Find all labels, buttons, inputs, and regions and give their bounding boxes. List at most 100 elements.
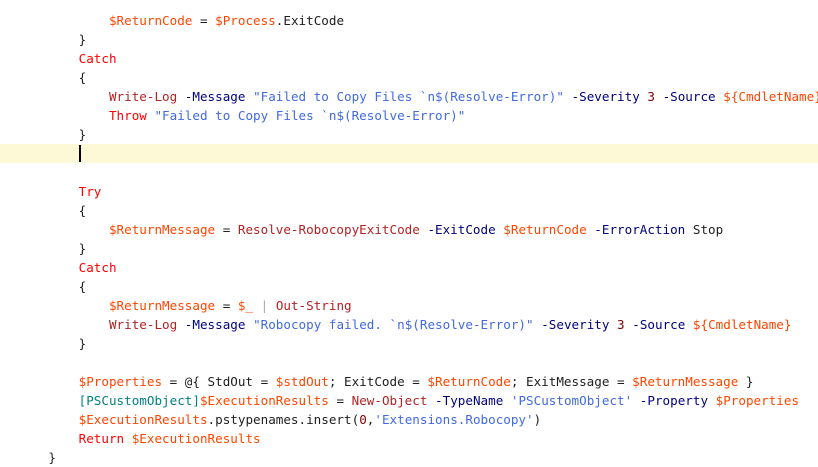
- variable-token: $ReturnCode: [427, 374, 511, 389]
- brace-token: }: [78, 32, 87, 47]
- member-token: ExitCode: [283, 13, 345, 28]
- code-line[interactable]: Throw "Failed to Copy Files `n$(Resolve-…: [0, 106, 818, 125]
- code-line[interactable]: $Properties = @{ StdOut = $stdOut; ExitC…: [0, 372, 818, 391]
- line-content: Catch: [79, 49, 117, 68]
- command-token: Out-String: [275, 298, 352, 313]
- line-content: }: [79, 239, 87, 258]
- line-content: }: [79, 334, 87, 353]
- code-text: ; ExitCode =: [328, 374, 428, 389]
- code-line[interactable]: Return $ExecutionResults: [0, 429, 818, 448]
- code-line[interactable]: Catch: [0, 258, 818, 277]
- code-line[interactable]: $ReturnCode = $Process.ExitCode: [0, 11, 818, 30]
- variable-token: $ReturnMessage: [108, 298, 216, 313]
- type-token: [PSCustomObject]: [78, 393, 200, 408]
- line-content: [PSCustomObject]$ExecutionResults = New-…: [79, 391, 799, 410]
- string-token: "Robocopy failed. `n$(Resolve-Error)": [253, 317, 534, 332]
- line-content: }: [79, 125, 87, 144]
- code-text: =: [192, 13, 216, 28]
- code-line[interactable]: $ExecutionResults.pstypenames.insert(0,'…: [0, 410, 818, 429]
- variable-token: $ReturnMessage: [108, 222, 216, 237]
- string-token: 'Extensions.Robocopy': [374, 412, 534, 427]
- variable-token: $stdOut: [275, 374, 329, 389]
- code-editor[interactable]: $ReturnCode = $Process.ExitCode} Catch {Wr…: [0, 0, 818, 465]
- code-line[interactable]: }: [0, 125, 818, 144]
- parameter-token: -Message: [184, 317, 246, 332]
- number-token: 3: [647, 89, 655, 104]
- line-content: $Properties = @{ StdOut = $stdOut; ExitC…: [79, 372, 754, 391]
- string-token: "Failed to Copy Files `n$(Resolve-Error)…: [154, 108, 466, 123]
- code-text: ): [533, 412, 542, 427]
- command-token: Write-Log: [108, 89, 178, 104]
- code-text: ; ExitMessage =: [510, 374, 633, 389]
- parameter-token: -ExitCode: [427, 222, 496, 237]
- line-content: Write-Log -Message "Failed to Copy Files…: [109, 87, 818, 106]
- keyword-token: Try: [78, 184, 102, 199]
- variable-token: $ReturnMessage: [632, 374, 739, 389]
- variable-token: $_: [237, 298, 254, 313]
- code-text: =: [328, 393, 352, 408]
- line-content: $ExecutionResults.pstypenames.insert(0,'…: [79, 410, 542, 429]
- variable-token: $Process: [215, 13, 276, 28]
- command-token: Resolve-RobocopyExitCode: [237, 222, 420, 237]
- code-text: =: [215, 298, 238, 313]
- line-content: {: [79, 68, 87, 87]
- variable-token: $Properties: [715, 393, 800, 408]
- parameter-token: -TypeName: [435, 393, 504, 408]
- code-line[interactable]: }: [0, 334, 818, 353]
- code-line[interactable]: [PSCustomObject]$ExecutionResults = New-…: [0, 391, 818, 410]
- brace-token: {: [78, 203, 87, 218]
- string-token: 'PSCustomObject': [510, 393, 633, 408]
- variable-token: $ExecutionResults: [199, 393, 329, 408]
- code-line[interactable]: [0, 353, 818, 372]
- brace-token: }: [78, 336, 87, 351]
- code-line[interactable]: Write-Log -Message "Failed to Copy Files…: [0, 87, 818, 106]
- variable-token: $Properties: [78, 374, 163, 389]
- code-line[interactable]: Write-Log -Message "Robocopy failed. `n$…: [0, 315, 818, 334]
- code-line[interactable]: }: [0, 239, 818, 258]
- line-content: }: [48, 448, 56, 467]
- code-text: .pstypenames.insert(: [207, 412, 360, 427]
- code-line[interactable]: $ReturnMessage = $_ | Out-String: [0, 296, 818, 315]
- command-token: New-Object: [351, 393, 428, 408]
- code-line[interactable]: Catch: [0, 49, 818, 68]
- code-line[interactable]: [0, 163, 818, 182]
- code-line[interactable]: {: [0, 68, 818, 87]
- string-token: "Failed to Copy Files `n$(Resolve-Error)…: [253, 89, 564, 104]
- line-content: Try: [79, 182, 102, 201]
- line-content: Catch: [79, 258, 117, 277]
- variable-token: ${CmdletName}: [723, 89, 818, 104]
- number-token: 0: [359, 412, 367, 427]
- line-content: $ReturnMessage = Resolve-RobocopyExitCod…: [109, 220, 723, 239]
- variable-token: $ReturnCode: [108, 13, 193, 28]
- code-line[interactable]: }: [0, 30, 818, 49]
- text-caret: [78, 145, 81, 162]
- line-content: $ReturnCode = $Process.ExitCode: [109, 11, 344, 30]
- code-line[interactable]: Try: [0, 182, 818, 201]
- parameter-token: -Source: [662, 89, 716, 104]
- variable-token: $ReturnCode: [503, 222, 587, 237]
- editor-top-edge: [0, 0, 818, 3]
- parameter-token: -Message: [184, 89, 246, 104]
- code-line[interactable]: $ReturnMessage = Resolve-RobocopyExitCod…: [0, 220, 818, 239]
- parameter-token: -Severity: [571, 89, 640, 104]
- code-text: Stop: [685, 222, 724, 237]
- parameter-token: -Severity: [541, 317, 610, 332]
- line-content: Return $ExecutionResults: [79, 429, 261, 448]
- code-line[interactable]: {: [0, 201, 818, 220]
- line-content: Write-Log -Message "Robocopy failed. `n$…: [109, 315, 792, 334]
- code-line[interactable]: {: [0, 277, 818, 296]
- current-line[interactable]: [0, 144, 818, 163]
- line-content: $ReturnMessage = $_ | Out-String: [109, 296, 352, 315]
- code-line[interactable]: }: [0, 448, 818, 467]
